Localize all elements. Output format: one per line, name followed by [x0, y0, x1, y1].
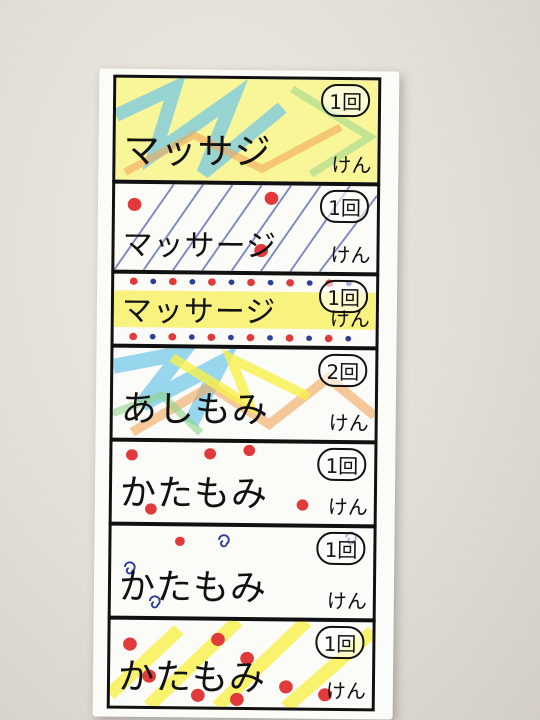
coupon-count: 1回	[320, 189, 370, 224]
coupon-suffix: けん	[329, 306, 370, 332]
coupon-title: マッサジ	[123, 130, 272, 174]
coupon-shoulder-rub-3[interactable]: かたもみ 1回 けん	[106, 616, 376, 712]
coupon-massage-1[interactable]: マッサジ 1回 けん	[112, 74, 382, 186]
coupon-suffix: けん	[327, 494, 368, 520]
coupon-title: あしもみ	[120, 388, 270, 432]
coupon-suffix: けん	[328, 410, 369, 436]
coupon-title: マッサージ	[122, 227, 278, 265]
coupon-suffix: けん	[326, 588, 367, 614]
coupon-suffix: けん	[325, 678, 367, 704]
coupon-massage-2[interactable]: マッサージ 1回 けん	[111, 180, 381, 276]
coupon-title: マッサージ	[121, 293, 277, 331]
coupon-count: 1回	[321, 83, 371, 118]
coupon-count: 1回	[317, 447, 367, 482]
coupon-suffix: けん	[330, 242, 371, 268]
coupon-suffix: けん	[331, 152, 372, 178]
coupon-shoulder-rub-1[interactable]: かたもみ 1回 けん	[108, 438, 378, 528]
coupon-title: かたもみ	[118, 566, 268, 610]
coupon-booklet: マッサジ 1回 けん マッサージ 1回 けん マッサージ 1回 けん あしもみ …	[92, 68, 400, 720]
coupon-massage-3[interactable]: マッサージ 1回 けん	[110, 270, 380, 350]
coupon-title: かたもみ	[117, 656, 267, 700]
coupon-title: かたもみ	[119, 472, 269, 516]
coupon-count: 1回	[315, 625, 365, 660]
coupon-count: 1回	[316, 531, 366, 566]
coupon-count: 2回	[318, 353, 368, 388]
coupon-foot-rub[interactable]: あしもみ 2回 けん	[109, 344, 379, 444]
coupon-shoulder-rub-2[interactable]: かたもみ 1回 けん	[107, 522, 377, 622]
